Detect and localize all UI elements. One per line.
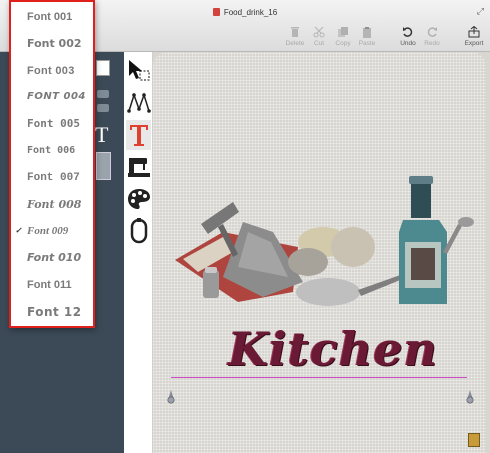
copy-icon bbox=[338, 27, 348, 37]
hoop-tool[interactable] bbox=[126, 216, 151, 246]
font-option[interactable]: Font 007 bbox=[11, 165, 93, 192]
design-canvas[interactable]: Kitchen bbox=[153, 52, 490, 453]
color-swatch[interactable] bbox=[96, 60, 110, 76]
clipboard-icon bbox=[363, 27, 371, 38]
kitchen-embroidery-image bbox=[175, 176, 474, 306]
font-dropdown-menu: Font 001 Font 002 Font 003 FONT 004 Font… bbox=[9, 0, 95, 328]
right-resize-handle[interactable] bbox=[466, 390, 474, 404]
size-control[interactable] bbox=[97, 90, 109, 98]
bezier-icon bbox=[126, 92, 151, 113]
text-preview-box[interactable] bbox=[96, 152, 111, 180]
font-option[interactable]: Font 008 bbox=[11, 192, 93, 219]
scissors-icon bbox=[313, 26, 325, 38]
ruler-icon[interactable] bbox=[468, 433, 480, 447]
text-tool[interactable] bbox=[126, 120, 151, 150]
path-tool[interactable] bbox=[126, 88, 151, 118]
palette-icon bbox=[127, 189, 150, 209]
select-arrow-icon bbox=[128, 60, 149, 81]
export-button[interactable]: Export bbox=[459, 26, 489, 47]
text-baseline bbox=[171, 377, 467, 378]
color-tool[interactable] bbox=[126, 184, 151, 214]
text-style-icon[interactable]: T bbox=[95, 122, 108, 148]
text-t-icon bbox=[129, 125, 148, 146]
left-resize-handle[interactable] bbox=[167, 390, 175, 404]
font-option[interactable]: Font 005 bbox=[11, 111, 93, 138]
tool-palette bbox=[124, 52, 153, 453]
font-option[interactable]: Font 011 bbox=[11, 272, 93, 299]
hoop-icon bbox=[130, 218, 147, 244]
paste-button[interactable]: Paste bbox=[352, 26, 382, 47]
document-icon bbox=[212, 8, 220, 16]
font-option[interactable]: FONT 004 bbox=[11, 84, 93, 111]
font-option[interactable]: Font 001 bbox=[11, 4, 93, 31]
spacing-control[interactable] bbox=[97, 104, 109, 112]
embroidery-text[interactable]: Kitchen bbox=[203, 322, 463, 376]
font-option-selected[interactable]: ✓ Font 009 bbox=[11, 218, 93, 245]
fullscreen-icon[interactable]: ⤢ bbox=[477, 6, 484, 17]
trash-icon bbox=[291, 27, 299, 37]
select-tool[interactable] bbox=[126, 56, 151, 86]
font-option[interactable]: Font 003 bbox=[11, 58, 93, 85]
checkmark-icon: ✓ bbox=[15, 226, 22, 236]
sewing-tool[interactable] bbox=[126, 152, 151, 182]
font-option[interactable]: Font 002 bbox=[11, 31, 93, 58]
undo-icon bbox=[403, 27, 413, 37]
font-option[interactable]: Font 12 bbox=[11, 299, 93, 326]
redo-button[interactable]: Redo bbox=[417, 26, 447, 47]
font-option[interactable]: Font 010 bbox=[11, 245, 93, 272]
export-icon bbox=[468, 26, 480, 38]
redo-icon bbox=[427, 27, 437, 37]
sewing-machine-icon bbox=[127, 158, 150, 177]
font-option[interactable]: Font 006 bbox=[11, 138, 93, 165]
